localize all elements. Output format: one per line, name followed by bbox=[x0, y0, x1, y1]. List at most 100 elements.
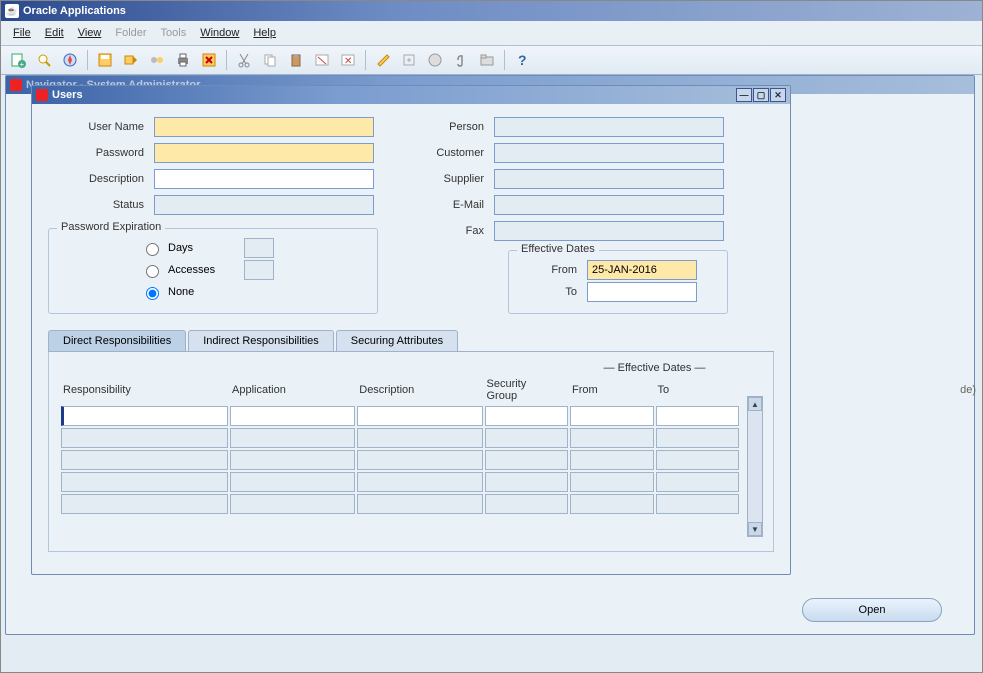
table-row[interactable] bbox=[61, 406, 739, 426]
tab-securing-attributes[interactable]: Securing Attributes bbox=[336, 330, 458, 351]
grid-cell-responsibility[interactable] bbox=[61, 494, 228, 514]
label-user-name: User Name bbox=[48, 121, 148, 133]
grid-cell-description[interactable] bbox=[357, 406, 482, 426]
grid-cell-application[interactable] bbox=[230, 450, 355, 470]
col-application: Application bbox=[230, 378, 355, 404]
password-field[interactable] bbox=[154, 143, 374, 163]
grid-cell-from[interactable] bbox=[570, 472, 654, 492]
effective-to-field[interactable] bbox=[587, 282, 697, 302]
grid-cell-responsibility[interactable] bbox=[61, 428, 228, 448]
person-field[interactable] bbox=[494, 117, 724, 137]
grid-cell-responsibility[interactable] bbox=[61, 406, 228, 426]
grid-cell-responsibility[interactable] bbox=[61, 472, 228, 492]
separator bbox=[504, 50, 505, 70]
grid-cell-from[interactable] bbox=[570, 450, 654, 470]
grid-cell-application[interactable] bbox=[230, 494, 355, 514]
exp-days-radio[interactable] bbox=[146, 243, 159, 256]
svg-text:✕: ✕ bbox=[344, 56, 352, 67]
edit-field-icon[interactable] bbox=[372, 49, 394, 71]
status-field[interactable] bbox=[154, 195, 374, 215]
users-titlebar[interactable]: Users — ▢ ✕ bbox=[32, 86, 790, 104]
exp-days-value[interactable] bbox=[244, 238, 274, 258]
exp-accesses-radio[interactable] bbox=[146, 265, 159, 278]
menu-window[interactable]: Window bbox=[194, 25, 245, 41]
minimize-icon[interactable]: — bbox=[736, 88, 752, 102]
zoom-icon[interactable] bbox=[398, 49, 420, 71]
find-icon[interactable] bbox=[33, 49, 55, 71]
workspace: — ✕ Navigator - System Administrator de)… bbox=[1, 75, 982, 672]
effective-from-field[interactable] bbox=[587, 260, 697, 280]
print-icon[interactable] bbox=[172, 49, 194, 71]
table-row[interactable] bbox=[61, 494, 739, 514]
table-row[interactable] bbox=[61, 428, 739, 448]
grid-cell-security_group[interactable] bbox=[485, 406, 569, 426]
table-row[interactable] bbox=[61, 450, 739, 470]
label-from: From bbox=[521, 264, 581, 276]
open-button[interactable]: Open bbox=[802, 598, 942, 622]
tab-direct-responsibilities[interactable]: Direct Responsibilities bbox=[48, 330, 186, 351]
customer-field[interactable] bbox=[494, 143, 724, 163]
grid-cell-security_group[interactable] bbox=[485, 428, 569, 448]
clear-record-icon[interactable] bbox=[311, 49, 333, 71]
copy-icon[interactable] bbox=[259, 49, 281, 71]
help-icon[interactable]: ? bbox=[511, 49, 533, 71]
grid-cell-application[interactable] bbox=[230, 406, 355, 426]
scroll-up-icon[interactable]: ▲ bbox=[748, 397, 762, 411]
new-icon[interactable]: + bbox=[7, 49, 29, 71]
grid-cell-to[interactable] bbox=[656, 406, 740, 426]
menu-view[interactable]: View bbox=[72, 25, 108, 41]
email-field[interactable] bbox=[494, 195, 724, 215]
paste-icon[interactable] bbox=[285, 49, 307, 71]
user-name-field[interactable] bbox=[154, 117, 374, 137]
menu-edit[interactable]: Edit bbox=[39, 25, 70, 41]
folder-tools-icon[interactable] bbox=[476, 49, 498, 71]
grid-cell-from[interactable] bbox=[570, 406, 654, 426]
grid-cell-security_group[interactable] bbox=[485, 450, 569, 470]
col-from: From bbox=[570, 378, 654, 404]
next-step-icon[interactable] bbox=[120, 49, 142, 71]
grid-cell-to[interactable] bbox=[656, 428, 740, 448]
grid-cell-security_group[interactable] bbox=[485, 494, 569, 514]
grid-scrollbar[interactable]: ▲ ▼ bbox=[747, 396, 763, 537]
grid-cell-to[interactable] bbox=[656, 472, 740, 492]
description-field[interactable] bbox=[154, 169, 374, 189]
exp-accesses-value[interactable] bbox=[244, 260, 274, 280]
translations-icon[interactable] bbox=[424, 49, 446, 71]
label-password: Password bbox=[48, 147, 148, 159]
table-row[interactable] bbox=[61, 472, 739, 492]
grid-cell-from[interactable] bbox=[570, 494, 654, 514]
grid-cell-description[interactable] bbox=[357, 428, 482, 448]
attachments-icon[interactable] bbox=[450, 49, 472, 71]
grid-cell-to[interactable] bbox=[656, 494, 740, 514]
label-accesses: Accesses bbox=[168, 264, 238, 276]
grid-cell-responsibility[interactable] bbox=[61, 450, 228, 470]
menu-file[interactable]: File bbox=[7, 25, 37, 41]
scroll-down-icon[interactable]: ▼ bbox=[748, 522, 762, 536]
close-form-icon[interactable] bbox=[198, 49, 220, 71]
save-icon[interactable] bbox=[94, 49, 116, 71]
grid-cell-to[interactable] bbox=[656, 450, 740, 470]
navigator-icon[interactable] bbox=[59, 49, 81, 71]
grid-cell-description[interactable] bbox=[357, 494, 482, 514]
grid-cell-application[interactable] bbox=[230, 428, 355, 448]
delete-record-icon[interactable]: ✕ bbox=[337, 49, 359, 71]
grid-cell-application[interactable] bbox=[230, 472, 355, 492]
close-icon[interactable]: ✕ bbox=[770, 88, 786, 102]
exp-none-radio[interactable] bbox=[146, 287, 159, 300]
tab-indirect-responsibilities[interactable]: Indirect Responsibilities bbox=[188, 330, 334, 351]
grid-cell-description[interactable] bbox=[357, 450, 482, 470]
grid-cell-from[interactable] bbox=[570, 428, 654, 448]
menu-help[interactable]: Help bbox=[247, 25, 282, 41]
toolbar: + ✕ ? bbox=[1, 46, 982, 75]
supplier-field[interactable] bbox=[494, 169, 724, 189]
grid-cell-description[interactable] bbox=[357, 472, 482, 492]
effective-dates-group: Effective Dates bbox=[517, 243, 599, 255]
separator bbox=[365, 50, 366, 70]
maximize-icon[interactable]: ▢ bbox=[753, 88, 769, 102]
label-person: Person bbox=[418, 121, 488, 133]
label-email: E-Mail bbox=[418, 199, 488, 211]
cut-icon[interactable] bbox=[233, 49, 255, 71]
switch-resp-icon[interactable] bbox=[146, 49, 168, 71]
grid-cell-security_group[interactable] bbox=[485, 472, 569, 492]
fax-field[interactable] bbox=[494, 221, 724, 241]
